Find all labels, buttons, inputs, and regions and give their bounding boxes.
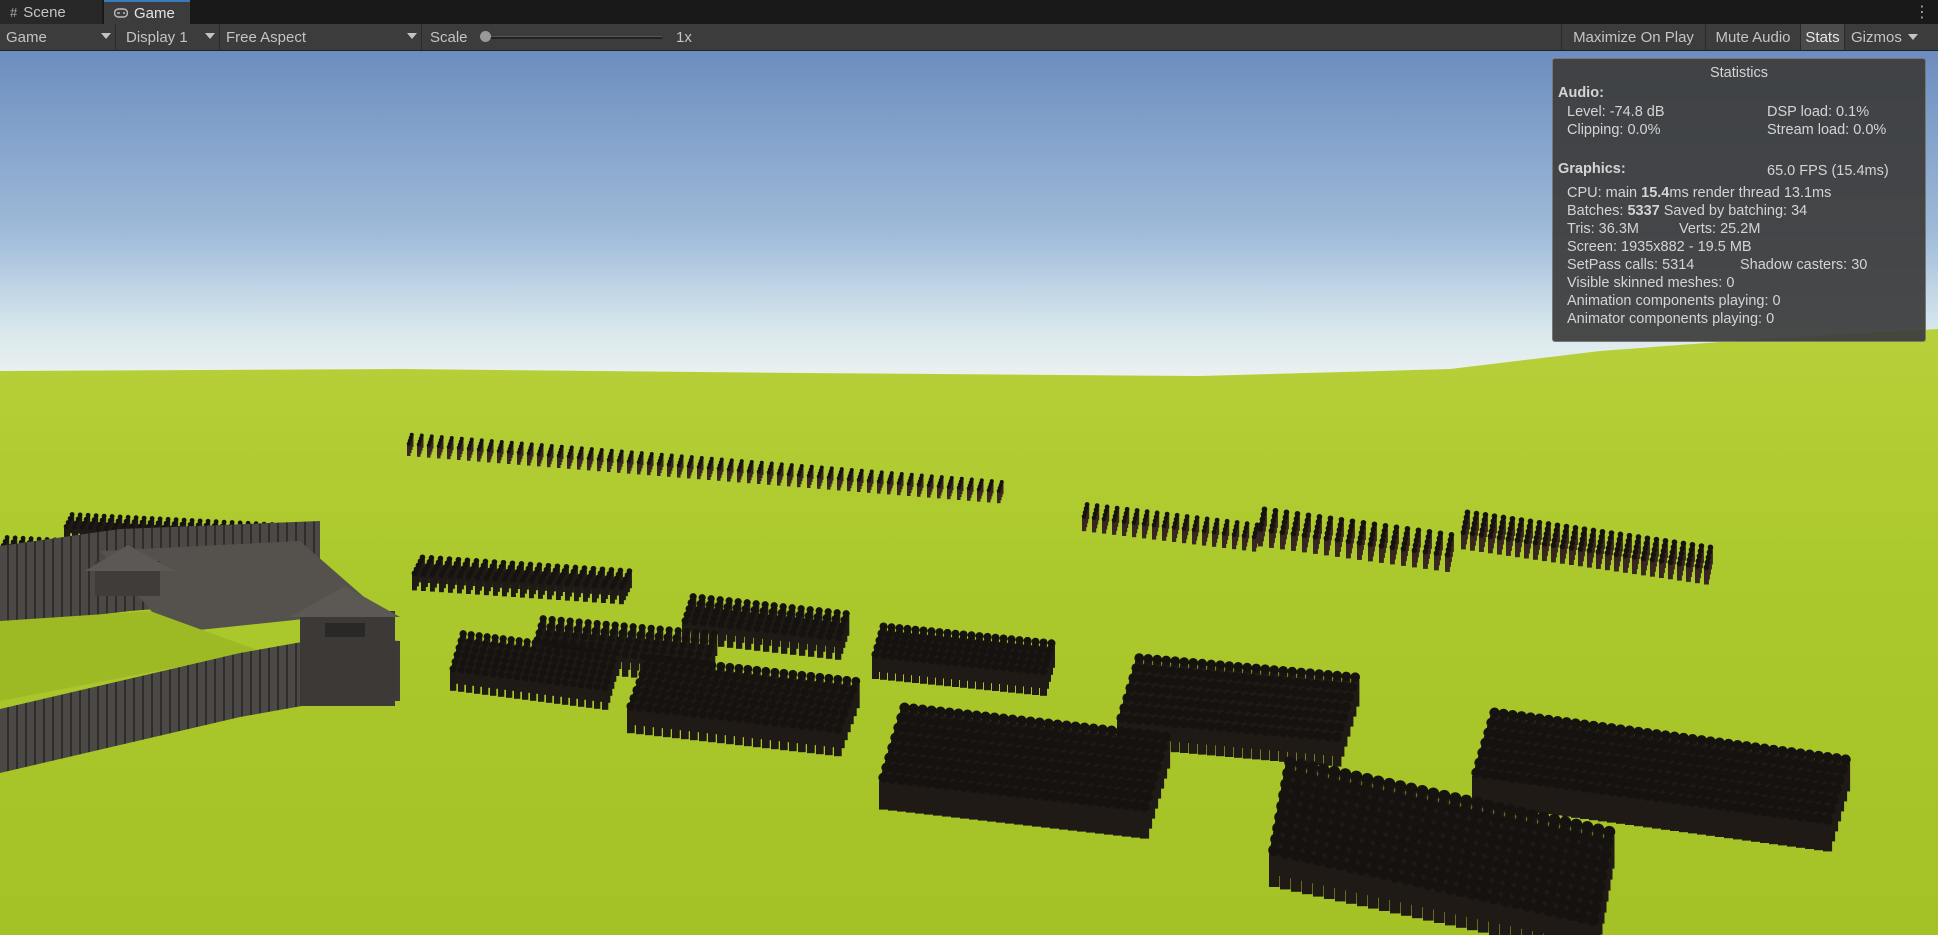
editor-tab-bar: # Scene Game ⋮ xyxy=(0,0,1938,25)
setpass-calls: SetPass calls: 5314 xyxy=(1567,257,1695,273)
aspect-dropdown[interactable]: Free Aspect xyxy=(220,24,422,50)
cpu-line: CPU: main 15.4ms render thread 13.1ms xyxy=(1567,185,1831,201)
screen-info: Screen: 1935x882 - 19.5 MB xyxy=(1567,239,1752,255)
audio-clipping: Clipping: 0.0% xyxy=(1567,122,1661,138)
dsp-load: DSP load: 0.1% xyxy=(1767,104,1870,120)
scale-slider-track[interactable] xyxy=(486,36,662,39)
display-value: Display 1 xyxy=(126,28,188,46)
chevron-down-icon xyxy=(407,33,417,39)
cpu-main: 15.4 xyxy=(1641,185,1670,201)
stats-title: Statistics xyxy=(1709,65,1768,81)
chevron-down-icon xyxy=(101,33,111,39)
audio-header: Audio: xyxy=(1558,85,1604,101)
chevron-down-icon xyxy=(205,33,215,39)
tab-scene-label: Scene xyxy=(23,3,66,21)
tab-game-label: Game xyxy=(134,4,175,22)
gizmos-dropdown[interactable]: Gizmos xyxy=(1844,24,1920,50)
fort-tower-right-window xyxy=(325,623,365,637)
verts: Verts: 25.2M xyxy=(1679,221,1761,237)
gamepad-icon xyxy=(113,6,129,21)
scale-value: 1x xyxy=(676,29,692,46)
statistics-panel: Statistics Audio: Level: -74.8 dB DSP lo… xyxy=(1552,58,1926,342)
visible-skinned-meshes: Visible skinned meshes: 0 xyxy=(1567,275,1735,291)
batches-value: 5337 xyxy=(1627,203,1660,219)
batches-suffix: Saved by batching: 34 xyxy=(1659,203,1808,219)
tris: Tris: 36.3M xyxy=(1567,221,1639,237)
scale-slider-thumb[interactable] xyxy=(480,31,491,42)
chevron-down-icon xyxy=(1908,34,1918,40)
mute-audio-button[interactable]: Mute Audio xyxy=(1705,24,1800,50)
graphics-header: Graphics: xyxy=(1558,161,1626,177)
tab-scene[interactable]: # Scene xyxy=(0,0,102,24)
game-view-toolbar: Game Display 1 Free Aspect Scale 1x Maxi… xyxy=(0,24,1938,51)
aspect-value: Free Aspect xyxy=(226,28,307,46)
view-mode-dropdown[interactable]: Game xyxy=(0,24,116,50)
scale-label: Scale xyxy=(430,28,468,46)
audio-level: Level: -74.8 dB xyxy=(1567,104,1665,120)
view-mode-value: Game xyxy=(6,28,47,46)
scale-control: Scale 1x xyxy=(422,24,722,50)
animator-components: Animator components playing: 0 xyxy=(1567,311,1775,327)
grid-icon: # xyxy=(10,4,18,20)
more-options-icon[interactable]: ⋮ xyxy=(1914,2,1930,22)
batches-line: Batches: 5337 Saved by batching: 34 xyxy=(1567,203,1807,219)
cpu-prefix: CPU: main xyxy=(1567,185,1642,201)
fps-readout: 65.0 FPS (15.4ms) xyxy=(1767,163,1889,179)
gizmos-label: Gizmos xyxy=(1851,28,1902,46)
stats-button[interactable]: Stats xyxy=(1800,24,1844,50)
display-dropdown[interactable]: Display 1 xyxy=(116,24,220,50)
ground xyxy=(0,329,1938,935)
animation-components: Animation components playing: 0 xyxy=(1567,293,1781,309)
tab-game[interactable]: Game xyxy=(104,0,190,24)
maximize-on-play-button[interactable]: Maximize On Play xyxy=(1561,24,1705,50)
stream-load: Stream load: 0.0% xyxy=(1767,122,1887,138)
shadow-casters: Shadow casters: 30 xyxy=(1740,257,1868,273)
batches-prefix: Batches: xyxy=(1567,203,1628,219)
cpu-suffix: ms render thread 13.1ms xyxy=(1669,185,1832,201)
